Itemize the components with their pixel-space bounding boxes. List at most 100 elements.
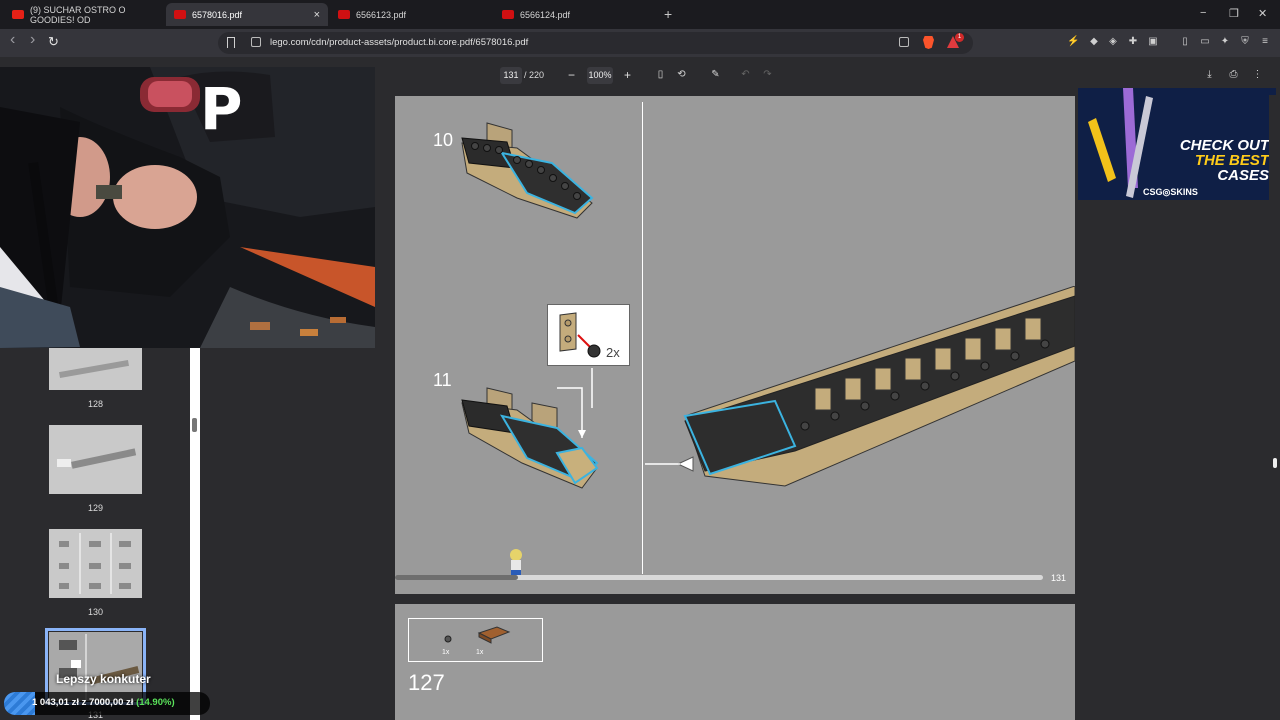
minimize-button[interactable]: − [1200, 7, 1206, 19]
thumbnail-label: 129 [87, 503, 104, 513]
leo-ai-icon[interactable]: ✦ [1219, 36, 1231, 48]
svg-text:P: P [200, 75, 243, 143]
toolbar: ‹ › ↻ lego.com/cdn/product-assets/produc… [0, 29, 1280, 57]
donation-of: z [81, 697, 87, 708]
thumbnail-sidebar: 128 129 130 131 [0, 348, 200, 720]
thumbnail-129[interactable] [49, 425, 142, 494]
donation-raised: 1 043,01 zł [32, 697, 80, 708]
wallet-icon[interactable]: ▭ [1199, 36, 1211, 48]
tab-6566123[interactable]: 6566123.pdf [330, 3, 492, 26]
lego-icon [174, 10, 186, 19]
pdf-page-next: 1x 1x 127 [395, 604, 1075, 720]
thumbnail-image [59, 359, 129, 379]
lego-icon [502, 10, 514, 19]
page-number-input[interactable]: 131 [500, 67, 522, 84]
extension-icon[interactable]: ▣ [1147, 36, 1159, 48]
menu-icon[interactable]: ≡ [1259, 36, 1271, 48]
zoom-out-button[interactable]: − [568, 68, 575, 82]
step-number: 10 [433, 130, 454, 150]
address-bar[interactable]: lego.com/cdn/product-assets/product.bi.c… [218, 32, 973, 54]
thumbnail-image [59, 634, 140, 700]
page-scrollbar[interactable] [1269, 95, 1280, 720]
rotate-icon[interactable]: ⟲ [676, 69, 687, 81]
rewards-badge: 1 [955, 33, 964, 42]
donation-goal-fill [4, 692, 35, 715]
extension-icon[interactable]: ⚡ [1067, 36, 1079, 48]
page-progress-bar [395, 575, 1043, 580]
thumbnail-128[interactable] [49, 348, 142, 390]
knife-image [1088, 88, 1153, 198]
forward-button[interactable]: › [30, 31, 35, 49]
url-text[interactable]: lego.com/cdn/product-assets/product.bi.c… [270, 37, 528, 48]
sidebar-scrollbar-thumb[interactable] [192, 418, 197, 432]
step-number: 127 [408, 670, 445, 695]
new-tab-button[interactable]: + [664, 6, 672, 22]
thumbnail-label: 128 [87, 399, 104, 409]
bookmark-icon[interactable] [227, 37, 235, 48]
parts-list-image [444, 626, 511, 644]
thumbnail-131[interactable] [45, 628, 146, 705]
tab-6566124[interactable]: 6566124.pdf [494, 3, 656, 26]
tab-6578016[interactable]: 6578016.pdf × [166, 3, 328, 26]
lego-model-step-10 [461, 122, 594, 219]
ad-headline-2: THE BEST [1194, 152, 1269, 169]
thumbnail-image [59, 533, 131, 594]
donation-goal-text: 1 043,01 zł z 7000,00 zł (14.90%) [32, 697, 175, 708]
youtube-icon [12, 10, 24, 19]
page-divider [642, 102, 643, 574]
part-quantity: 1x [442, 649, 450, 656]
pdf-page: 10 11 2x 131 [395, 96, 1075, 594]
parts-callout: 2x [547, 304, 630, 366]
parts-list-box: 1x 1x [408, 618, 543, 662]
page-scrollbar-thumb[interactable] [1273, 458, 1277, 468]
tab-title: 6578016.pdf [192, 9, 243, 20]
sidebar-icon[interactable]: ▯ [1179, 36, 1191, 48]
back-button[interactable]: ‹ [10, 31, 15, 49]
site-info-icon[interactable] [251, 37, 261, 47]
tab-title: 6566124.pdf [520, 9, 571, 20]
lego-model-assembly [645, 286, 1075, 487]
puzzle-icon[interactable]: ✚ [1127, 36, 1139, 48]
webcam-image: P [0, 67, 375, 348]
lego-icon [338, 10, 350, 19]
extension-icon[interactable]: ◆ [1088, 36, 1100, 48]
download-icon[interactable]: ⤓ [1204, 69, 1215, 81]
tab-title: 6566123.pdf [356, 9, 407, 20]
callout-quantity: 2x [606, 345, 620, 360]
donation-goal: 7000,00 zł [89, 697, 134, 708]
page-number-label: 131 [1051, 573, 1067, 583]
more-icon[interactable]: ⋮ [1252, 69, 1263, 81]
thumbnail-130[interactable] [49, 529, 142, 598]
extension-icon[interactable]: ◈ [1107, 36, 1119, 48]
part-quantity: 1x [476, 649, 484, 656]
zoom-in-button[interactable]: + [624, 68, 631, 82]
lego-model-step-11 [461, 368, 599, 489]
draw-icon[interactable]: ✎ [710, 69, 721, 81]
pdf-toolbar: 131 / 220 − 100% + ▯ ⟲ ✎ ↶ ↷ ⤓ ⎙ ⋮ [375, 65, 1280, 87]
tab-youtube[interactable]: (9) SUCHAR OSTRO O GOODIES! OD [4, 3, 164, 26]
donation-goal-bar: 1 043,01 zł z 7000,00 zł (14.90%) [4, 692, 210, 715]
vpn-icon[interactable]: ⛨ [1239, 36, 1251, 48]
share-icon[interactable] [899, 37, 909, 47]
thumbnail-image [57, 448, 137, 469]
webcam-overlay: P [0, 67, 375, 348]
ad-brand: CSG◎SKINS [1143, 187, 1198, 197]
brave-shields-icon[interactable] [923, 36, 934, 49]
close-icon[interactable]: × [314, 9, 320, 21]
thumbnail-label: 130 [87, 607, 104, 617]
donation-percent: (14.90%) [136, 697, 175, 708]
fit-page-icon[interactable]: ▯ [655, 69, 666, 81]
print-icon[interactable]: ⎙ [1228, 69, 1239, 81]
window-close-button[interactable]: ✕ [1258, 7, 1267, 20]
redo-icon[interactable]: ↷ [762, 69, 773, 81]
page-progress-fill [395, 575, 519, 580]
tab-title: (9) SUCHAR OSTRO O GOODIES! OD [30, 4, 126, 25]
restore-button[interactable]: ❐ [1229, 7, 1239, 20]
advertisement[interactable]: CHECK OUT THE BEST CASES CSG◎SKINS [1078, 88, 1276, 200]
sidebar-scrollbar[interactable] [190, 348, 200, 720]
tab-strip: (9) SUCHAR OSTRO O GOODIES! OD 6578016.p… [0, 0, 1280, 29]
undo-icon[interactable]: ↶ [740, 69, 751, 81]
ad-headline-3: CASES [1217, 167, 1269, 184]
reload-button[interactable]: ↻ [48, 34, 59, 50]
zoom-input[interactable]: 100% [587, 67, 613, 84]
